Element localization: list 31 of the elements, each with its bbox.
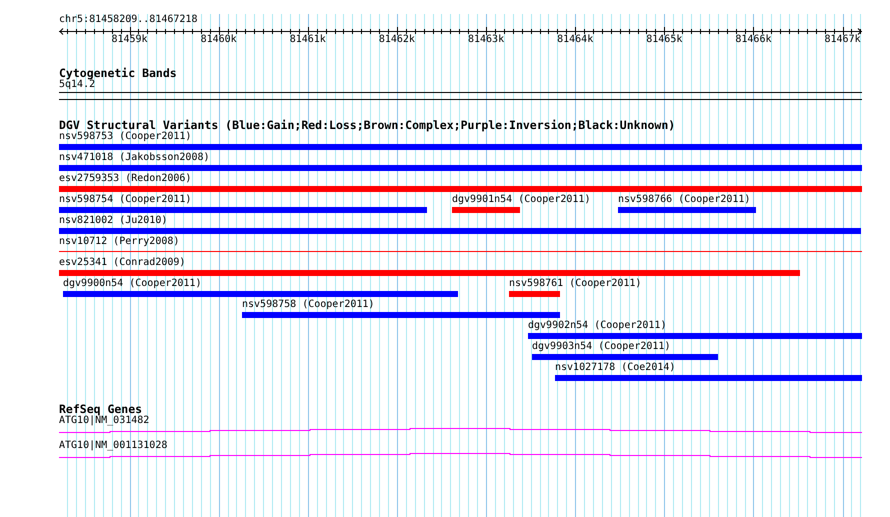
tick-label: 81461k: [290, 34, 326, 46]
variant-label: nsv598754 (Cooper2011): [59, 194, 192, 206]
variant-label: nsv598766 (Cooper2011): [618, 194, 750, 206]
band-label: 5q14.2: [59, 79, 96, 91]
variant-label: nsv821002 (Ju2010): [59, 215, 168, 227]
variant-label: dgv9902n54 (Cooper2011): [528, 320, 666, 332]
variant-label: nsv10712 (Perry2008): [59, 236, 180, 248]
variant-label: nsv1027178 (Coe2014): [555, 362, 676, 374]
coordinate-range: chr5:81458209..81467218: [59, 14, 198, 26]
variant-label: esv25341 (Conrad2009): [59, 257, 186, 269]
variant-label: dgv9901n54 (Cooper2011): [452, 194, 590, 206]
track-title: DGV Structural Variants (Blue:Gain;Red:Loss;Brown:Complex;Purple:Inversion;Black:Unknown): [59, 119, 676, 131]
tick-label: 81459k: [111, 34, 148, 46]
gene-label: ATG10|NM_001131028: [59, 440, 168, 452]
variant-label: nsv471018 (Jakobsson2008): [59, 152, 210, 164]
track-title: Cytogenetic Bands: [59, 67, 178, 79]
variant-label: esv2759353 (Redon2006): [59, 173, 192, 185]
tick-label: 81462k: [378, 34, 415, 46]
track-title: RefSeq Genes: [59, 403, 142, 415]
tick-label: 81463k: [468, 34, 504, 46]
tick-label: 81464k: [557, 34, 594, 46]
tick-label: 81465k: [646, 34, 682, 46]
variant-label: nsv598758 (Cooper2011): [242, 299, 374, 311]
tick-label: 81466k: [735, 34, 772, 46]
variant-label: nsv598753 (Cooper2011): [59, 131, 192, 143]
variant-label: dgv9903n54 (Cooper2011): [532, 341, 670, 353]
tick-label: 81467k: [824, 34, 861, 46]
tick-label: 81460k: [200, 34, 237, 46]
variant-label: nsv598761 (Cooper2011): [509, 278, 642, 290]
gene-label: ATG10|NM_031482: [59, 415, 150, 427]
variant-label: dgv9900n54 (Cooper2011): [63, 278, 202, 290]
